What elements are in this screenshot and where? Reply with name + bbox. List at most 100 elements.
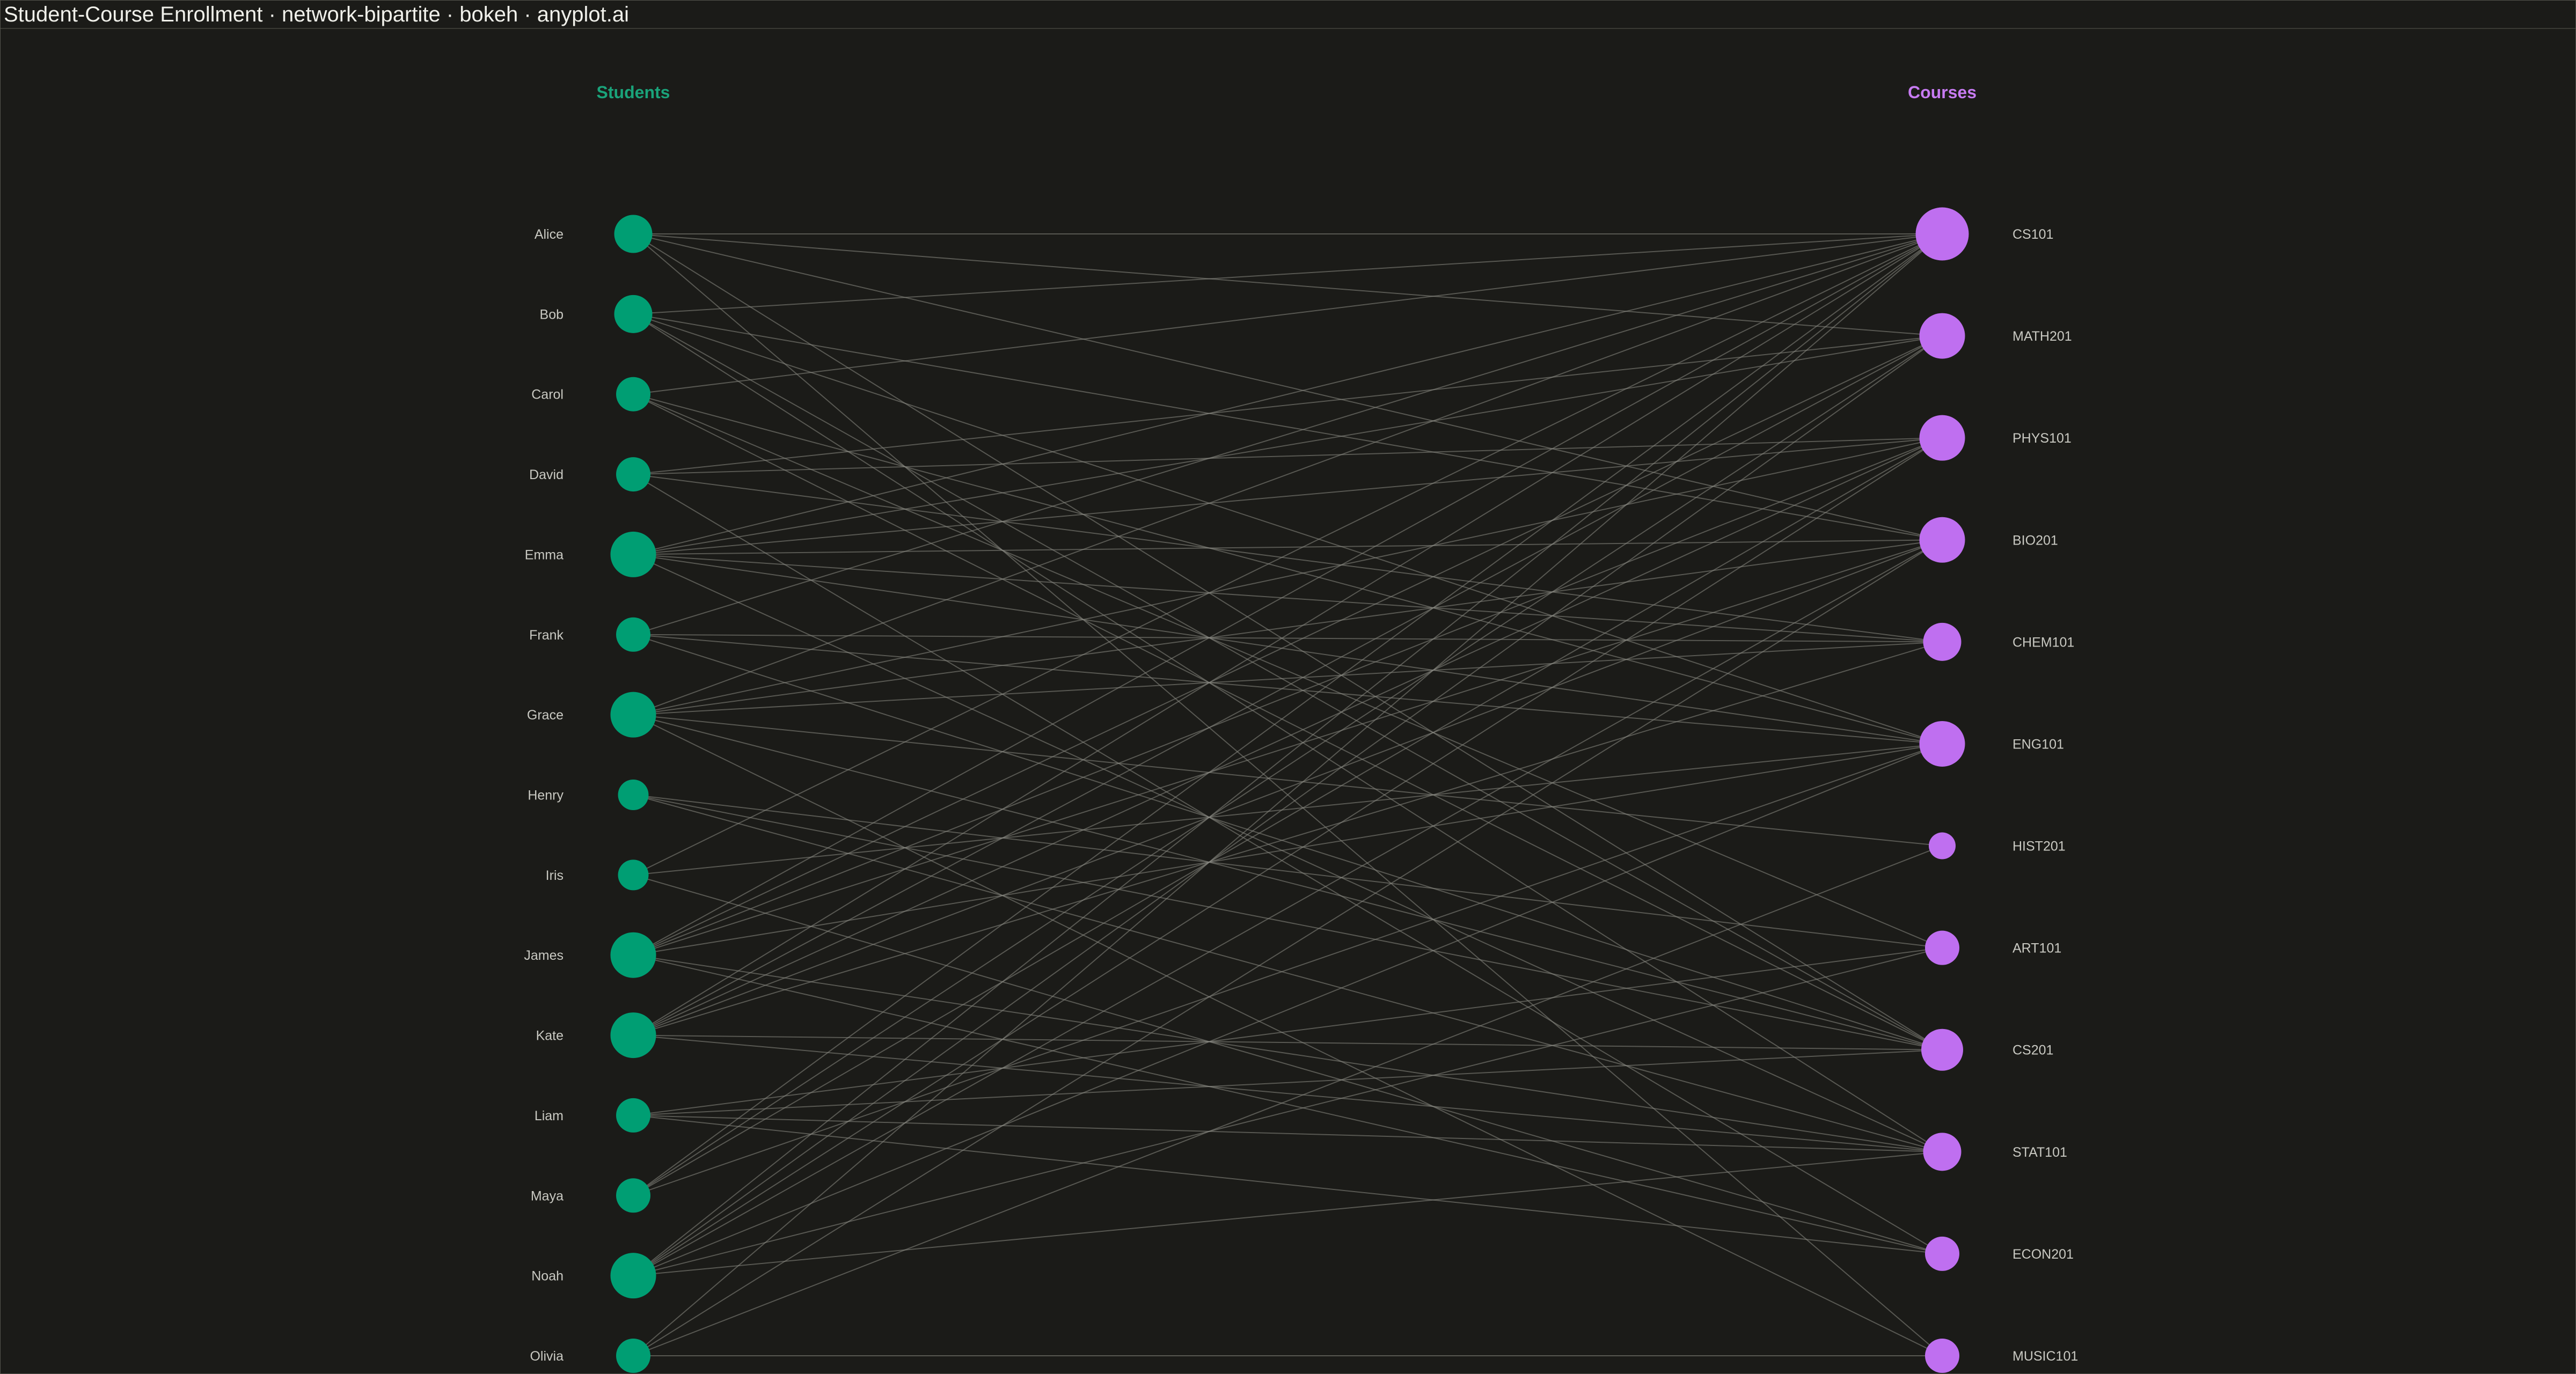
edge-kate-bio201 bbox=[633, 539, 1943, 1036]
edge-noah-cs101 bbox=[633, 233, 1943, 1276]
student-label-noah: Noah bbox=[531, 1269, 564, 1284]
edge-grace-bio201 bbox=[633, 539, 1943, 716]
student-node-james[interactable] bbox=[610, 932, 656, 978]
edge-bob-cs201 bbox=[633, 313, 1943, 1050]
edge-iris-eng101 bbox=[633, 743, 1943, 876]
student-node-maya[interactable] bbox=[616, 1178, 650, 1213]
course-node-chem101[interactable] bbox=[1923, 622, 1962, 661]
student-label-grace: Grace bbox=[527, 708, 564, 723]
course-label-math201: MATH201 bbox=[2012, 329, 2072, 344]
edge-emma-math201 bbox=[633, 335, 1943, 555]
student-node-henry[interactable] bbox=[618, 780, 649, 810]
edge-emma-stat101 bbox=[633, 554, 1943, 1152]
student-label-emma: Emma bbox=[525, 547, 564, 562]
edge-carol-eng101 bbox=[633, 393, 1943, 745]
course-node-cs101[interactable] bbox=[1915, 207, 1969, 261]
course-label-stat101: STAT101 bbox=[2012, 1145, 2067, 1160]
edge-james-stat101 bbox=[633, 954, 1943, 1152]
edge-kate-cs201 bbox=[633, 1034, 1943, 1050]
edge-kate-math201 bbox=[633, 335, 1943, 1036]
student-node-liam[interactable] bbox=[616, 1098, 650, 1133]
edge-james-eng101 bbox=[633, 743, 1943, 956]
edge-james-bio201 bbox=[633, 539, 1943, 956]
edge-iris-cs101 bbox=[633, 233, 1943, 876]
edge-frank-cs101 bbox=[633, 233, 1943, 635]
edge-henry-art101 bbox=[633, 794, 1943, 949]
student-node-noah[interactable] bbox=[610, 1253, 656, 1299]
student-node-olivia[interactable] bbox=[616, 1339, 650, 1373]
edge-noah-phys101 bbox=[633, 437, 1943, 1276]
edge-bob-stat101 bbox=[633, 313, 1943, 1152]
student-label-henry: Henry bbox=[528, 788, 564, 803]
edge-liam-stat101 bbox=[633, 1114, 1943, 1152]
student-label-kate: Kate bbox=[536, 1028, 564, 1044]
student-label-carol: Carol bbox=[531, 387, 564, 402]
edge-grace-hist201 bbox=[633, 714, 1943, 847]
course-node-eng101[interactable] bbox=[1919, 721, 1965, 767]
student-node-frank[interactable] bbox=[616, 617, 650, 652]
edge-liam-cs201 bbox=[633, 1049, 1943, 1116]
student-node-david[interactable] bbox=[616, 457, 650, 492]
edge-iris-econ201 bbox=[633, 874, 1943, 1254]
student-label-bob: Bob bbox=[540, 307, 564, 322]
bipartite-network: Alice Bob Carol David Emma Frank Grace Henry Iri… bbox=[524, 83, 2078, 1373]
course-node-cs201[interactable] bbox=[1921, 1028, 1963, 1071]
edge-grace-phys101 bbox=[633, 437, 1943, 716]
edge-frank-eng101 bbox=[633, 634, 1943, 745]
student-node-alice[interactable] bbox=[614, 215, 653, 253]
course-node-hist201[interactable] bbox=[1929, 832, 1956, 859]
edge-emma-phys101 bbox=[633, 437, 1943, 555]
student-label-frank: Frank bbox=[529, 628, 564, 643]
student-label-liam: Liam bbox=[535, 1108, 564, 1123]
course-label-bio201: BIO201 bbox=[2012, 533, 2058, 548]
edge-noah-art101 bbox=[633, 947, 1943, 1276]
edge-maya-eng101 bbox=[633, 743, 1943, 1196]
course-node-math201[interactable] bbox=[1919, 313, 1965, 359]
student-node-iris[interactable] bbox=[618, 859, 649, 891]
course-label-cs201: CS201 bbox=[2012, 1043, 2053, 1058]
student-label-alice: Alice bbox=[535, 227, 564, 242]
course-label-art101: ART101 bbox=[2012, 941, 2061, 956]
edge-emma-eng101 bbox=[633, 554, 1943, 745]
student-label-maya: Maya bbox=[531, 1188, 564, 1203]
edge-david-phys101 bbox=[633, 437, 1943, 475]
student-node-bob[interactable] bbox=[614, 295, 653, 333]
course-label-econ201: ECON201 bbox=[2012, 1247, 2074, 1262]
edge-david-chem101 bbox=[633, 474, 1943, 643]
edge-bob-cs101 bbox=[633, 233, 1943, 315]
students-column-title: Students bbox=[597, 83, 670, 102]
course-node-music101[interactable] bbox=[1925, 1339, 1959, 1373]
edge-kate-cs101 bbox=[633, 233, 1943, 1036]
edge-frank-chem101 bbox=[633, 634, 1943, 643]
edge-alice-math201 bbox=[633, 233, 1943, 337]
edge-maya-math201 bbox=[633, 335, 1943, 1196]
course-label-cs101: CS101 bbox=[2012, 227, 2053, 242]
edge-emma-bio201 bbox=[633, 539, 1943, 555]
student-node-carol[interactable] bbox=[616, 377, 650, 412]
student-node-emma[interactable] bbox=[610, 531, 656, 577]
student-label-iris: Iris bbox=[546, 868, 564, 883]
edge-layer bbox=[633, 233, 1943, 1356]
edge-grace-music101 bbox=[633, 714, 1943, 1356]
course-node-stat101[interactable] bbox=[1923, 1133, 1962, 1171]
course-label-eng101: ENG101 bbox=[2012, 737, 2064, 752]
edge-carol-cs101 bbox=[633, 233, 1943, 395]
course-node-bio201[interactable] bbox=[1919, 517, 1965, 563]
student-node-kate[interactable] bbox=[610, 1012, 656, 1059]
course-node-econ201[interactable] bbox=[1925, 1236, 1959, 1271]
course-label-music101: MUSIC101 bbox=[2012, 1349, 2078, 1364]
node-layer bbox=[610, 207, 1969, 1373]
edge-alice-bio201 bbox=[633, 233, 1943, 541]
edge-noah-stat101 bbox=[633, 1151, 1943, 1276]
edge-noah-eng101 bbox=[633, 743, 1943, 1276]
course-label-phys101: PHYS101 bbox=[2012, 431, 2072, 446]
edge-emma-chem101 bbox=[633, 554, 1943, 643]
edge-noah-bio201 bbox=[633, 539, 1943, 1276]
edge-kate-phys101 bbox=[633, 437, 1943, 1036]
course-node-art101[interactable] bbox=[1925, 930, 1959, 965]
label-layer: Alice Bob Carol David Emma Frank Grace Henry Iri… bbox=[524, 227, 2078, 1364]
student-label-james: James bbox=[524, 948, 564, 963]
course-node-phys101[interactable] bbox=[1919, 415, 1965, 461]
edge-david-econ201 bbox=[633, 474, 1943, 1254]
student-node-grace[interactable] bbox=[610, 692, 656, 738]
